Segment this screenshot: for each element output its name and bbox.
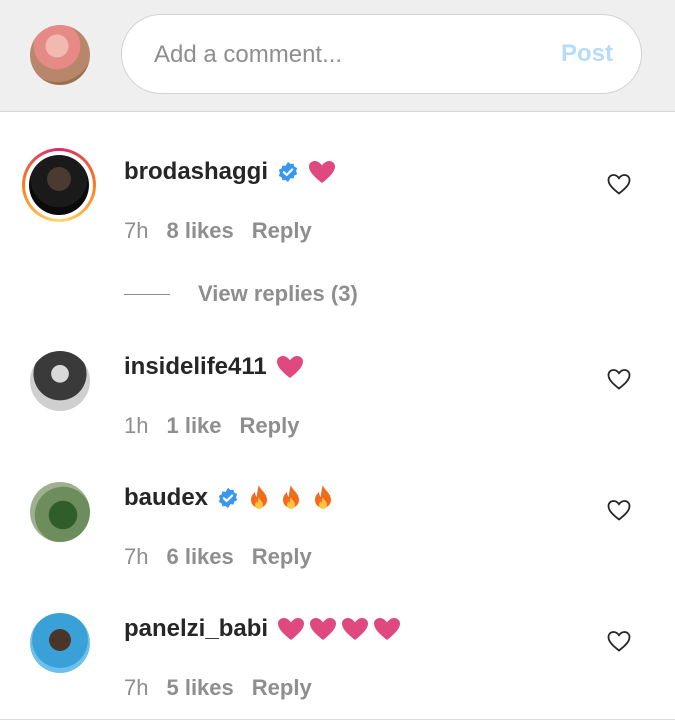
avatar[interactable] (30, 482, 90, 542)
fire-emoji-icon (251, 485, 268, 509)
heart-emoji-icon (374, 618, 401, 640)
likes-count[interactable]: 5 likes (166, 675, 233, 700)
likes-count[interactable]: 8 likes (166, 218, 233, 243)
story-ring[interactable] (22, 148, 96, 222)
heart-emoji-icon (278, 618, 305, 640)
fire-emoji-icon (283, 485, 300, 509)
verified-badge-icon (278, 161, 298, 183)
likes-count[interactable]: 6 likes (166, 544, 233, 569)
heart-emoji-icon (310, 618, 337, 640)
username[interactable]: panelzi_babi (124, 615, 268, 643)
like-heart-icon[interactable] (607, 630, 631, 652)
view-replies-label: View replies (3) (198, 281, 358, 306)
like-heart-icon[interactable] (607, 499, 631, 521)
comment-composer: Post (0, 0, 675, 112)
reply-button[interactable]: Reply (252, 218, 312, 243)
reply-button[interactable]: Reply (252, 544, 312, 569)
avatar[interactable] (30, 613, 90, 673)
heart-emoji-icon (276, 356, 303, 378)
username[interactable]: insidelife411 (124, 353, 267, 381)
comment-time: 7h (124, 218, 149, 243)
comment-time: 1h (124, 413, 149, 438)
likes-count[interactable]: 1 like (166, 413, 221, 438)
username[interactable]: baudex (124, 484, 208, 512)
comment-input[interactable] (152, 15, 536, 95)
verified-badge-icon (218, 487, 238, 509)
heart-emoji-icon (342, 618, 369, 640)
like-heart-icon[interactable] (607, 368, 631, 390)
view-replies-button[interactable]: View replies (3) (124, 281, 358, 307)
username[interactable]: brodashaggi (124, 158, 268, 186)
comment-time: 7h (124, 544, 149, 569)
comment-time: 7h (124, 675, 149, 700)
avatar[interactable] (30, 351, 90, 411)
reply-button[interactable]: Reply (240, 413, 300, 438)
like-heart-icon[interactable] (607, 173, 631, 195)
current-user-avatar (30, 25, 90, 85)
divider (0, 719, 675, 720)
reply-button[interactable]: Reply (252, 675, 312, 700)
view-replies-line (124, 293, 170, 295)
comment-input-box[interactable]: Post (121, 14, 642, 95)
heart-emoji-icon (309, 161, 336, 183)
avatar (29, 155, 89, 215)
fire-emoji-icon (315, 485, 332, 509)
post-button[interactable]: Post (561, 40, 613, 68)
